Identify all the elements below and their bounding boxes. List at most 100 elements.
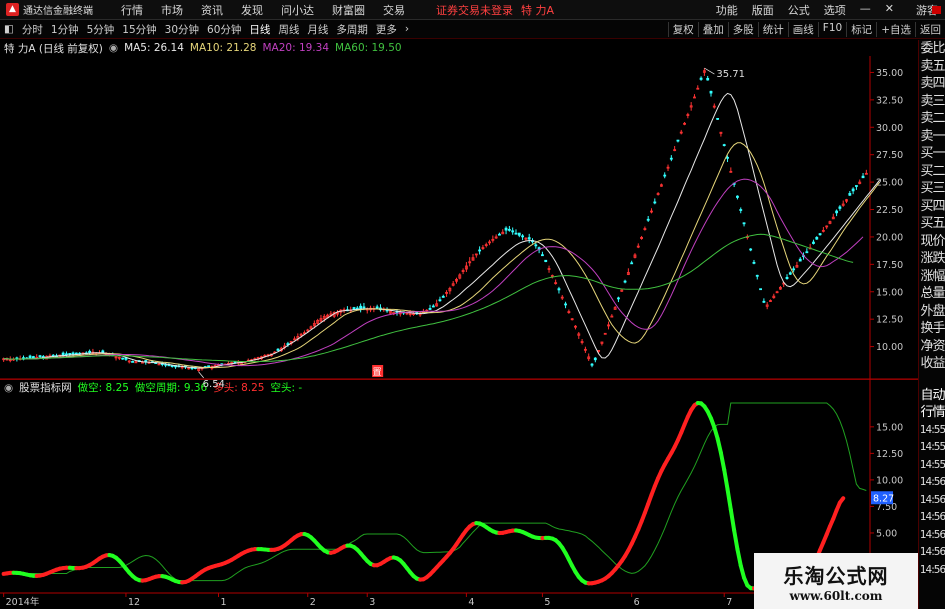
watermark-title: 乐淘公式网: [783, 563, 889, 588]
menu-options[interactable]: 选项: [817, 2, 853, 18]
candle-body: [441, 295, 445, 298]
candle: [114, 355, 118, 361]
close-icon[interactable]: ✕: [878, 2, 901, 18]
tick-time-1[interactable]: 行情: [919, 404, 945, 422]
tool-adjust[interactable]: 复权: [667, 21, 698, 37]
menu-item-ask[interactable]: 问小达: [272, 2, 323, 18]
period-tab-60min[interactable]: 60分钟: [203, 22, 245, 37]
candle: [488, 239, 491, 246]
candle: [722, 143, 726, 147]
quote-item-7[interactable]: 买二: [919, 163, 945, 181]
candle: [498, 232, 501, 236]
quote-item-10[interactable]: 买五: [919, 215, 945, 233]
quote-item-17[interactable]: 净资: [919, 338, 945, 356]
tick-time-4[interactable]: 14:55: [919, 457, 945, 475]
tool-add-watchlist[interactable]: +自选: [876, 21, 915, 37]
kline-chart[interactable]: 35.0032.5030.0027.5025.0022.5020.0017.50…: [0, 56, 918, 609]
tool-back[interactable]: 返回: [915, 21, 945, 37]
quote-item-5[interactable]: 卖一: [919, 128, 945, 146]
menu-item-market[interactable]: 市场: [152, 2, 192, 18]
quote-item-14[interactable]: 总量: [919, 285, 945, 303]
candle: [795, 261, 799, 268]
candle-body: [511, 230, 515, 233]
tick-time-0[interactable]: 自动: [919, 387, 945, 405]
tick-time-10[interactable]: 14:56: [919, 562, 945, 580]
price-tick-label: 30.00: [876, 123, 903, 134]
tick-time-2[interactable]: 14:55: [919, 422, 945, 440]
period-tab-daily[interactable]: 日线: [245, 22, 274, 37]
candle: [630, 260, 634, 265]
quote-item-13[interactable]: 涨幅: [919, 268, 945, 286]
quote-item-2[interactable]: 卖四: [919, 75, 945, 93]
tool-stats[interactable]: 统计: [757, 21, 788, 37]
tick-time-5[interactable]: 14:56: [919, 474, 945, 492]
period-tab-more[interactable]: 更多: [372, 22, 401, 37]
ma-settings-icon[interactable]: ◉: [109, 42, 118, 54]
candle: [35, 354, 39, 359]
candle-body: [438, 299, 442, 302]
period-tab-multi[interactable]: 多周期: [332, 22, 372, 37]
candle: [336, 310, 339, 317]
period-tab-15min[interactable]: 15分钟: [118, 22, 160, 37]
period-tab-intraday[interactable]: 分时: [18, 22, 47, 37]
candle-body: [742, 222, 746, 225]
quote-item-4[interactable]: 卖二: [919, 110, 945, 128]
indicator-segment: [728, 507, 737, 533]
period-tab-1min[interactable]: 1分钟: [47, 22, 83, 37]
quote-item-16[interactable]: 换手: [919, 320, 945, 338]
candle: [517, 232, 521, 238]
candle-body: [851, 188, 855, 192]
tool-mark[interactable]: 标记: [846, 21, 876, 37]
candle: [22, 355, 25, 361]
time-tick-label: 2: [310, 597, 316, 608]
login-warning[interactable]: 证券交易未登录: [436, 2, 513, 18]
tool-draw[interactable]: 画线: [787, 21, 818, 37]
candle: [180, 365, 184, 370]
ma-line-ma10: [3, 142, 880, 369]
menu-item-quotes[interactable]: 行情: [112, 2, 152, 18]
tool-f10[interactable]: F10: [817, 21, 846, 37]
chevron-right-icon[interactable]: ›: [401, 23, 413, 35]
quote-item-6[interactable]: 买一: [919, 145, 945, 163]
quote-item-3[interactable]: 卖三: [919, 93, 945, 111]
high-annotation-line: [704, 67, 715, 75]
period-tab-monthly[interactable]: 月线: [303, 22, 332, 37]
panel-toggle-icon[interactable]: ◧: [0, 23, 18, 35]
menu-item-news[interactable]: 资讯: [192, 2, 232, 18]
menu-item-trade[interactable]: 交易: [374, 2, 414, 18]
candle: [861, 173, 865, 179]
quote-item-9[interactable]: 买四: [919, 198, 945, 216]
minimize-icon[interactable]: —: [853, 2, 878, 18]
quote-item-0[interactable]: 委比: [919, 40, 945, 58]
tool-overlay[interactable]: 叠加: [697, 21, 728, 37]
candle: [841, 200, 845, 207]
quote-item-15[interactable]: 外盘: [919, 303, 945, 321]
quote-item-1[interactable]: 卖五: [919, 58, 945, 76]
period-tab-5min[interactable]: 5分钟: [83, 22, 119, 37]
tick-time-8[interactable]: 14:56: [919, 527, 945, 545]
candle: [772, 293, 776, 299]
quote-item-8[interactable]: 买三: [919, 180, 945, 198]
candle: [815, 236, 819, 240]
quote-item-12[interactable]: 涨跌: [919, 250, 945, 268]
candle-body: [752, 261, 756, 264]
login-indicator-icon[interactable]: [932, 6, 941, 14]
menu-formula[interactable]: 公式: [781, 2, 817, 18]
tick-time-7[interactable]: 14:56: [919, 509, 945, 527]
candle: [593, 357, 597, 363]
quote-item-18[interactable]: 收益: [919, 355, 945, 373]
tick-time-9[interactable]: 14:56: [919, 544, 945, 562]
menu-layout[interactable]: 版面: [745, 2, 781, 18]
candle: [821, 226, 825, 233]
menu-function[interactable]: 功能: [709, 2, 745, 18]
candle: [755, 274, 759, 280]
tool-multi-stock[interactable]: 多股: [727, 21, 758, 37]
period-tab-30min[interactable]: 30分钟: [161, 22, 203, 37]
tick-time-6[interactable]: 14:56: [919, 492, 945, 510]
candle: [617, 296, 620, 303]
menu-item-discover[interactable]: 发现: [232, 2, 272, 18]
period-tab-weekly[interactable]: 周线: [274, 22, 303, 37]
menu-item-wealth[interactable]: 财富圈: [323, 2, 374, 18]
quote-item-11[interactable]: 现价: [919, 233, 945, 251]
tick-time-3[interactable]: 14:55: [919, 439, 945, 457]
